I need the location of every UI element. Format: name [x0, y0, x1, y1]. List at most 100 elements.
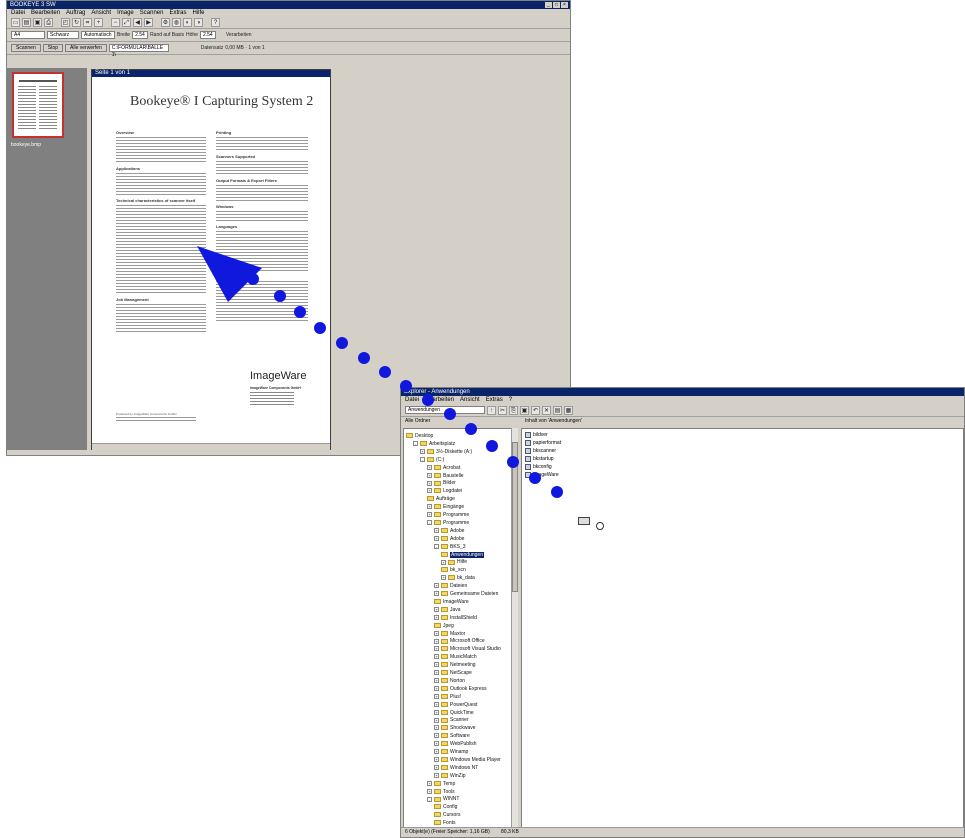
menu-item-hilfe[interactable]: Hilfe [192, 9, 204, 17]
undo-icon[interactable]: ↶ [531, 405, 540, 415]
zoom-out-icon[interactable]: − [111, 18, 120, 27]
scan-button[interactable]: Scannen [11, 44, 41, 52]
tree-scrollbar[interactable] [511, 428, 518, 828]
properties-icon[interactable]: ▤ [553, 405, 562, 415]
explorer-titlebar[interactable]: Explorer - Anwendungen [401, 388, 964, 396]
print-icon[interactable]: ⎙ [44, 18, 53, 27]
list-item[interactable]: ImageWare [525, 471, 960, 479]
expand-icon[interactable]: + [434, 709, 439, 715]
expand-icon[interactable]: + [434, 741, 439, 747]
expand-icon[interactable]: + [434, 614, 439, 620]
expand-icon[interactable]: + [427, 788, 432, 794]
explorer-menu-item[interactable]: ? [509, 396, 512, 404]
expand-icon[interactable]: + [427, 464, 432, 470]
close-icon[interactable]: × [561, 2, 568, 8]
expand-icon[interactable]: + [427, 480, 432, 486]
expand-icon[interactable]: + [434, 591, 439, 597]
expand-icon[interactable]: + [427, 504, 432, 510]
crop-icon[interactable]: ⌗ [83, 18, 92, 27]
list-item[interactable]: bildver [525, 431, 960, 439]
zoom-in-icon[interactable]: + [94, 18, 103, 27]
expand-icon[interactable]: + [434, 606, 439, 612]
explorer-menu-item[interactable]: Ansicht [460, 396, 480, 404]
expand-icon[interactable]: + [434, 701, 439, 707]
document-titlebar[interactable]: Seite 1 von 1 [92, 70, 330, 77]
next-icon[interactable]: ▶ [144, 18, 153, 27]
expand-icon[interactable]: + [434, 772, 439, 778]
scan-icon[interactable]: ◰ [61, 18, 70, 27]
explorer-menu-item[interactable]: Extras [486, 396, 503, 404]
expand-icon[interactable]: + [441, 575, 446, 581]
expand-icon[interactable]: + [420, 448, 425, 454]
expand-icon[interactable]: + [434, 583, 439, 589]
width-input[interactable]: 2.54 [132, 31, 149, 39]
fit-icon[interactable]: ⤢ [122, 18, 131, 27]
list-item[interactable]: bkscanner [525, 447, 960, 455]
menu-item-auftrag[interactable]: Auftrag [66, 9, 85, 17]
save-icon[interactable]: ▣ [33, 18, 42, 27]
expand-icon[interactable]: + [427, 472, 432, 478]
menu-item-ansicht[interactable]: Ansicht [91, 9, 111, 17]
list-item[interactable]: papierformat [525, 439, 960, 447]
expand-icon[interactable]: + [434, 733, 439, 739]
menu-item-datei[interactable]: Datei [11, 9, 25, 17]
open-icon[interactable]: ▤ [22, 18, 31, 27]
view-icon[interactable]: ▦ [564, 405, 573, 415]
expand-icon[interactable]: + [434, 693, 439, 699]
explorer-menu-item[interactable]: Datei [405, 396, 419, 404]
delete-icon[interactable]: ✕ [542, 405, 551, 415]
menu-item-image[interactable]: Image [117, 9, 134, 17]
expand-icon[interactable]: + [434, 630, 439, 636]
expand-icon[interactable]: + [441, 559, 446, 565]
expand-icon[interactable]: + [434, 670, 439, 676]
expand-icon[interactable]: + [434, 678, 439, 684]
collapse-icon[interactable]: - [420, 456, 425, 462]
bw-icon[interactable]: ◑ [194, 18, 203, 27]
paste-icon[interactable]: ▣ [520, 405, 529, 415]
up-folder-icon[interactable]: ↑ [487, 405, 496, 415]
expand-icon[interactable]: + [434, 717, 439, 723]
expand-icon[interactable]: + [434, 764, 439, 770]
expand-icon[interactable]: + [434, 535, 439, 541]
collapse-icon[interactable]: - [434, 543, 439, 549]
mode-select[interactable]: Automatisch [81, 31, 115, 39]
collapse-icon[interactable]: - [413, 441, 418, 447]
expand-icon[interactable]: + [434, 646, 439, 652]
expand-icon[interactable]: + [434, 749, 439, 755]
help-icon[interactable]: ? [211, 18, 220, 27]
format-select[interactable]: A4 [11, 31, 45, 39]
expand-icon[interactable]: + [434, 662, 439, 668]
new-icon[interactable]: ▭ [11, 18, 20, 27]
menu-item-extras[interactable]: Extras [169, 9, 186, 17]
settings-icon[interactable]: ⚙ [161, 18, 170, 27]
expand-icon[interactable]: + [434, 685, 439, 691]
expand-icon[interactable]: + [427, 488, 432, 494]
expand-icon[interactable]: + [434, 725, 439, 731]
gray-icon[interactable]: ◐ [183, 18, 192, 27]
color-icon[interactable]: ◍ [172, 18, 181, 27]
maximize-icon[interactable]: □ [553, 2, 560, 8]
height-input[interactable]: 2.54 [199, 31, 216, 39]
expand-icon[interactable]: + [434, 527, 439, 533]
list-item[interactable]: bkstartup [525, 455, 960, 463]
rotate-icon[interactable]: ↻ [72, 18, 81, 27]
expand-icon[interactable]: + [434, 757, 439, 763]
discard-all-button[interactable]: Alle verwerfen [65, 44, 107, 52]
expand-icon[interactable]: + [427, 512, 432, 518]
prev-icon[interactable]: ◀ [133, 18, 142, 27]
minimize-icon[interactable]: _ [545, 2, 552, 8]
color-select[interactable]: Schwarz [47, 31, 79, 39]
expand-icon[interactable]: + [427, 780, 432, 786]
page-thumbnail[interactable] [12, 72, 64, 138]
viewer-titlebar[interactable]: BOOKEYE 3 SW _ □ × [7, 1, 570, 9]
collapse-icon[interactable]: - [427, 796, 432, 802]
copy-icon[interactable]: ⎘ [509, 405, 518, 415]
menu-item-scannen[interactable]: Scannen [140, 9, 164, 17]
cut-icon[interactable]: ✂ [498, 405, 507, 415]
output-path-field[interactable]: C:\FORMULAR\BALLE 1\ [108, 44, 169, 58]
stop-button[interactable]: Stop [42, 44, 64, 52]
expand-icon[interactable]: + [434, 654, 439, 660]
collapse-icon[interactable]: - [427, 520, 432, 526]
expand-icon[interactable]: + [434, 638, 439, 644]
list-item[interactable]: bkconfig [525, 463, 960, 471]
